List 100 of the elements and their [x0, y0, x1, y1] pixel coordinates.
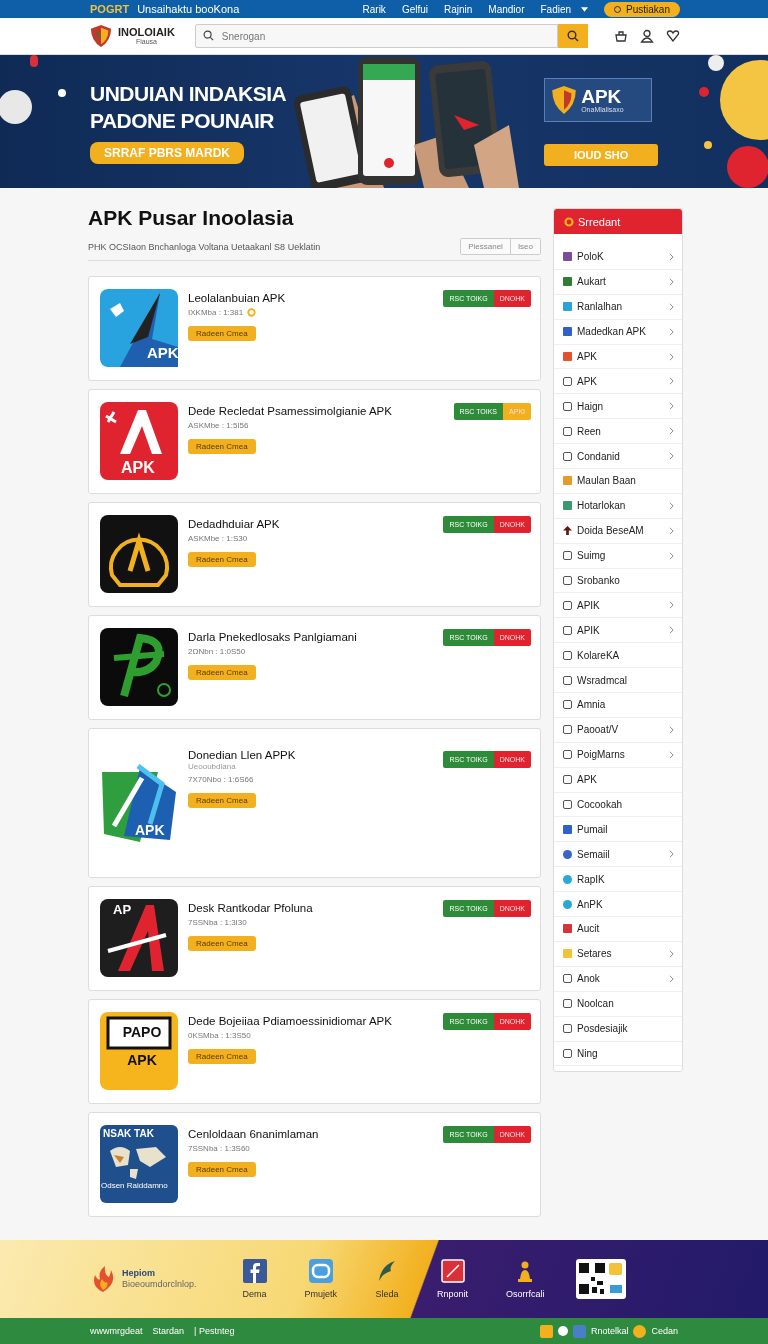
- sidebar-item[interactable]: Noolcan: [554, 991, 682, 1017]
- app-icon[interactable]: [100, 628, 178, 706]
- sidebar-item[interactable]: APK: [554, 369, 682, 395]
- sidebar-item[interactable]: PoigMarns: [554, 742, 682, 768]
- icon-label: APK: [127, 1053, 157, 1067]
- footer-link[interactable]: Osorrfcali: [506, 1259, 545, 1299]
- footer-text[interactable]: | Pestnteg: [194, 1326, 235, 1336]
- category-icon: [563, 600, 572, 610]
- sidebar-item[interactable]: PoloK: [554, 245, 682, 270]
- sidebar-item[interactable]: Cocookah: [554, 792, 682, 818]
- app-button[interactable]: Radeen Cmea: [188, 936, 256, 951]
- nav-link[interactable]: Gelfui: [401, 3, 428, 15]
- sidebar-item[interactable]: RapIK: [554, 867, 682, 893]
- app-title[interactable]: Desk Rantkodar Pfoluna: [188, 902, 313, 914]
- footer-text[interactable]: Stardan: [152, 1326, 185, 1336]
- sidebar-item[interactable]: Ranlalhan: [554, 294, 682, 320]
- sidebar-item[interactable]: Haign: [554, 394, 682, 420]
- sidebar-item[interactable]: Anok: [554, 966, 682, 992]
- sidebar-item[interactable]: Doida BeseAM: [554, 518, 682, 544]
- nav-link[interactable]: Mandior: [488, 3, 525, 15]
- app-title[interactable]: Dede Recledat Psamessimolgianie APK: [188, 405, 392, 417]
- sidebar-item[interactable]: Srobanko: [554, 568, 682, 594]
- category-icon: [563, 401, 572, 411]
- app-icon[interactable]: [100, 899, 178, 977]
- category-icon: [563, 426, 572, 436]
- search-field[interactable]: Snerogan: [194, 24, 558, 48]
- icon-label: NSAK TAK: [103, 1129, 155, 1139]
- app-title[interactable]: Dede Bojeiiaa Pdiamoessinidiomar APK: [188, 1015, 392, 1027]
- app-button[interactable]: Radeen Cmea: [188, 552, 256, 567]
- footer-text[interactable]: wwwmrgdeat: [90, 1326, 143, 1336]
- app-icon[interactable]: [100, 1012, 178, 1090]
- app-meta: ASKMbe : 1:S30: [188, 534, 248, 543]
- sidebar-item[interactable]: Condanid: [554, 444, 682, 469]
- footer-tagline: Bioeoumdorclnlop.: [122, 1279, 197, 1290]
- footer-link[interactable]: Dema: [242, 1259, 267, 1299]
- category-icon: [563, 625, 572, 635]
- sidebar-item[interactable]: Madedkan APK: [554, 319, 682, 345]
- sidebar-item[interactable]: APK: [554, 767, 682, 793]
- sidebar-item[interactable]: Semaiil: [554, 842, 682, 868]
- category-icon: [563, 800, 572, 810]
- sidebar-item[interactable]: Ning: [554, 1041, 682, 1067]
- sidebar-item[interactable]: APIK: [554, 593, 682, 619]
- page-title: APK Pusar Inoolasia: [88, 206, 295, 231]
- nav-link[interactable]: Rajnin: [444, 3, 473, 15]
- app-title[interactable]: Cenloldaan 6nanimlaman: [188, 1128, 319, 1140]
- site-logo[interactable]: POGRT: [90, 3, 130, 15]
- app-button[interactable]: Radeen Cmea: [188, 793, 256, 808]
- app-button[interactable]: Radeen Cmea: [188, 1162, 256, 1177]
- app-button[interactable]: Radeen Cmea: [188, 326, 256, 341]
- app-icon[interactable]: [100, 515, 178, 593]
- app-title[interactable]: Dedadhduiar APK: [188, 518, 280, 530]
- footer-link[interactable]: Cedan: [651, 1326, 678, 1336]
- app-title[interactable]: Donedian Llen APPK: [188, 749, 296, 761]
- sidebar-item[interactable]: Hotarlokan: [554, 493, 682, 519]
- circle-badge-icon[interactable]: [557, 1326, 568, 1336]
- sidebar-item[interactable]: Reen: [554, 419, 682, 445]
- icon-label: AP: [113, 903, 132, 916]
- coin-icon: [633, 1324, 647, 1338]
- cart-icon[interactable]: [614, 29, 628, 43]
- top-button[interactable]: Pustiakan: [604, 1, 680, 17]
- app-button[interactable]: Radeen Cmea: [188, 439, 256, 454]
- app-icon[interactable]: [100, 764, 178, 842]
- nav-link[interactable]: Fadien: [540, 3, 572, 15]
- sidebar-item[interactable]: Pumail: [554, 817, 682, 843]
- sidebar-item[interactable]: APK: [554, 344, 682, 370]
- app-title[interactable]: Darla Pnekedlosaks Panlgiamani: [188, 631, 357, 643]
- app-icon[interactable]: [100, 1125, 178, 1203]
- app-button[interactable]: Radeen Cmea: [188, 1049, 256, 1064]
- shield-logo-icon[interactable]: [90, 24, 112, 48]
- sidebar-item[interactable]: Maulan Baan: [554, 469, 682, 494]
- heart-icon[interactable]: [666, 29, 680, 43]
- sidebar-item[interactable]: AnPK: [554, 892, 682, 918]
- nav-link[interactable]: Rarik: [362, 3, 386, 15]
- search-icon: [567, 30, 579, 42]
- sidebar-item[interactable]: Wsradmcal: [554, 668, 682, 694]
- footer-link[interactable]: Sleda: [375, 1259, 400, 1299]
- user-icon[interactable]: [640, 29, 654, 43]
- icon-label: APK: [135, 823, 165, 837]
- qr-code-icon[interactable]: [574, 1259, 627, 1299]
- caret-icon[interactable]: [581, 6, 589, 12]
- footer-link[interactable]: Pmujetk: [304, 1259, 338, 1299]
- segment-tab[interactable]: Iseo: [509, 239, 540, 254]
- sidebar-item[interactable]: Posdesiajik: [554, 1016, 682, 1042]
- footer-link[interactable]: Rnponit: [437, 1259, 469, 1299]
- sidebar-item[interactable]: KolareKA: [554, 643, 682, 669]
- app-button[interactable]: Radeen Cmea: [188, 665, 256, 680]
- app-icon[interactable]: [100, 289, 178, 367]
- sidebar-item[interactable]: Paooat/V: [554, 717, 682, 743]
- segment-tab[interactable]: Piessanel: [461, 239, 510, 254]
- sidebar-item[interactable]: Setares: [554, 941, 682, 967]
- sidebar-item[interactable]: Aucit: [554, 917, 682, 942]
- sidebar-item[interactable]: Suimg: [554, 543, 682, 569]
- sidebar-item[interactable]: APIK: [554, 618, 682, 644]
- app-meta: IXKMba : 1:381: [188, 308, 244, 317]
- sidebar-item[interactable]: Aukart: [554, 269, 682, 295]
- app-title[interactable]: Leolalanbuian APK: [188, 292, 286, 304]
- footer-text: Rnotelkal: [590, 1326, 629, 1336]
- site-tagline: Unsaihaktu booKona: [137, 3, 240, 15]
- search-button[interactable]: [558, 24, 588, 48]
- sidebar-item[interactable]: Amnia: [554, 693, 682, 718]
